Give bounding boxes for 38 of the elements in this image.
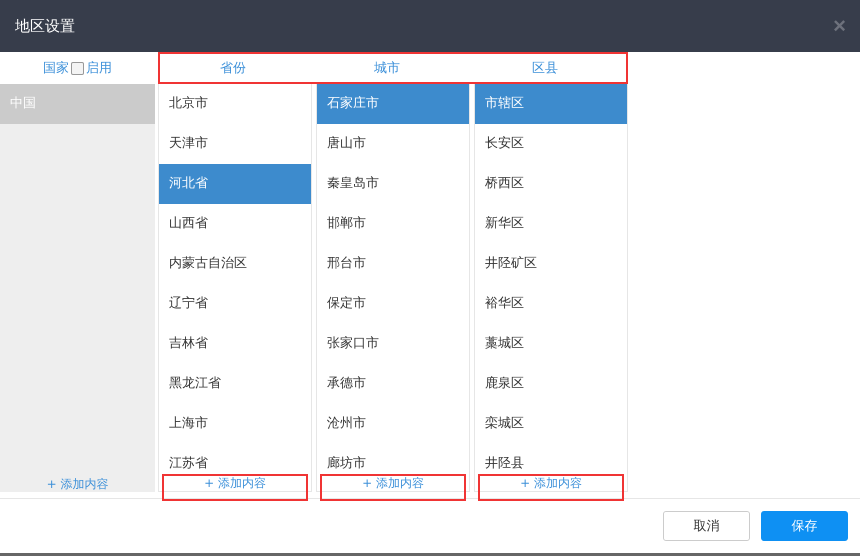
list-item[interactable]: 裕华区 [475,284,627,324]
list-item[interactable]: 沧州市 [317,404,469,444]
list-item[interactable]: 保定市 [317,284,469,324]
checkbox-label: 启用 [86,60,112,77]
column-header: 省份 [220,60,246,77]
column-header: 区县 [532,60,558,77]
window-title: 地区设置 [15,16,75,36]
list-item[interactable]: 北京市 [159,84,311,124]
list-item[interactable]: 江苏省 [159,444,311,474]
list-item[interactable]: 井陉县 [475,444,627,474]
list-item[interactable]: 天津市 [159,124,311,164]
column-header: 国家 [43,60,69,77]
cancel-button[interactable]: 取消 [663,511,750,541]
list-item[interactable]: 井陉矿区 [475,244,627,284]
list-item[interactable]: 张家口市 [317,324,469,364]
list-item[interactable]: 栾城区 [475,404,627,444]
list-item[interactable]: 石家庄市 [317,84,469,124]
list-item[interactable]: 桥西区 [475,164,627,204]
list-item[interactable]: 邢台市 [317,244,469,284]
list-item[interactable]: 承德市 [317,364,469,404]
list-item[interactable]: 吉林省 [159,324,311,364]
list-item[interactable]: 长安区 [475,124,627,164]
list-item[interactable]: 新华区 [475,204,627,244]
list-item[interactable]: 上海市 [159,404,311,444]
enable-checkbox[interactable] [71,62,84,74]
list-item[interactable]: 内蒙古自治区 [159,244,311,284]
list-item[interactable]: 黑龙江省 [159,364,311,404]
list-item[interactable]: 鹿泉区 [475,364,627,404]
column-header: 城市 [374,60,400,77]
list-item[interactable]: 辽宁省 [159,284,311,324]
list-item[interactable]: 藁城区 [475,324,627,364]
list-item[interactable]: 廊坊市 [317,444,469,474]
list-item[interactable]: 秦皇岛市 [317,164,469,204]
list-item[interactable]: 市辖区 [475,84,627,124]
list-item[interactable]: 邯郸市 [317,204,469,244]
list-item[interactable]: 唐山市 [317,124,469,164]
list-item[interactable]: 河北省 [159,164,311,204]
list-item[interactable]: 山西省 [159,204,311,244]
